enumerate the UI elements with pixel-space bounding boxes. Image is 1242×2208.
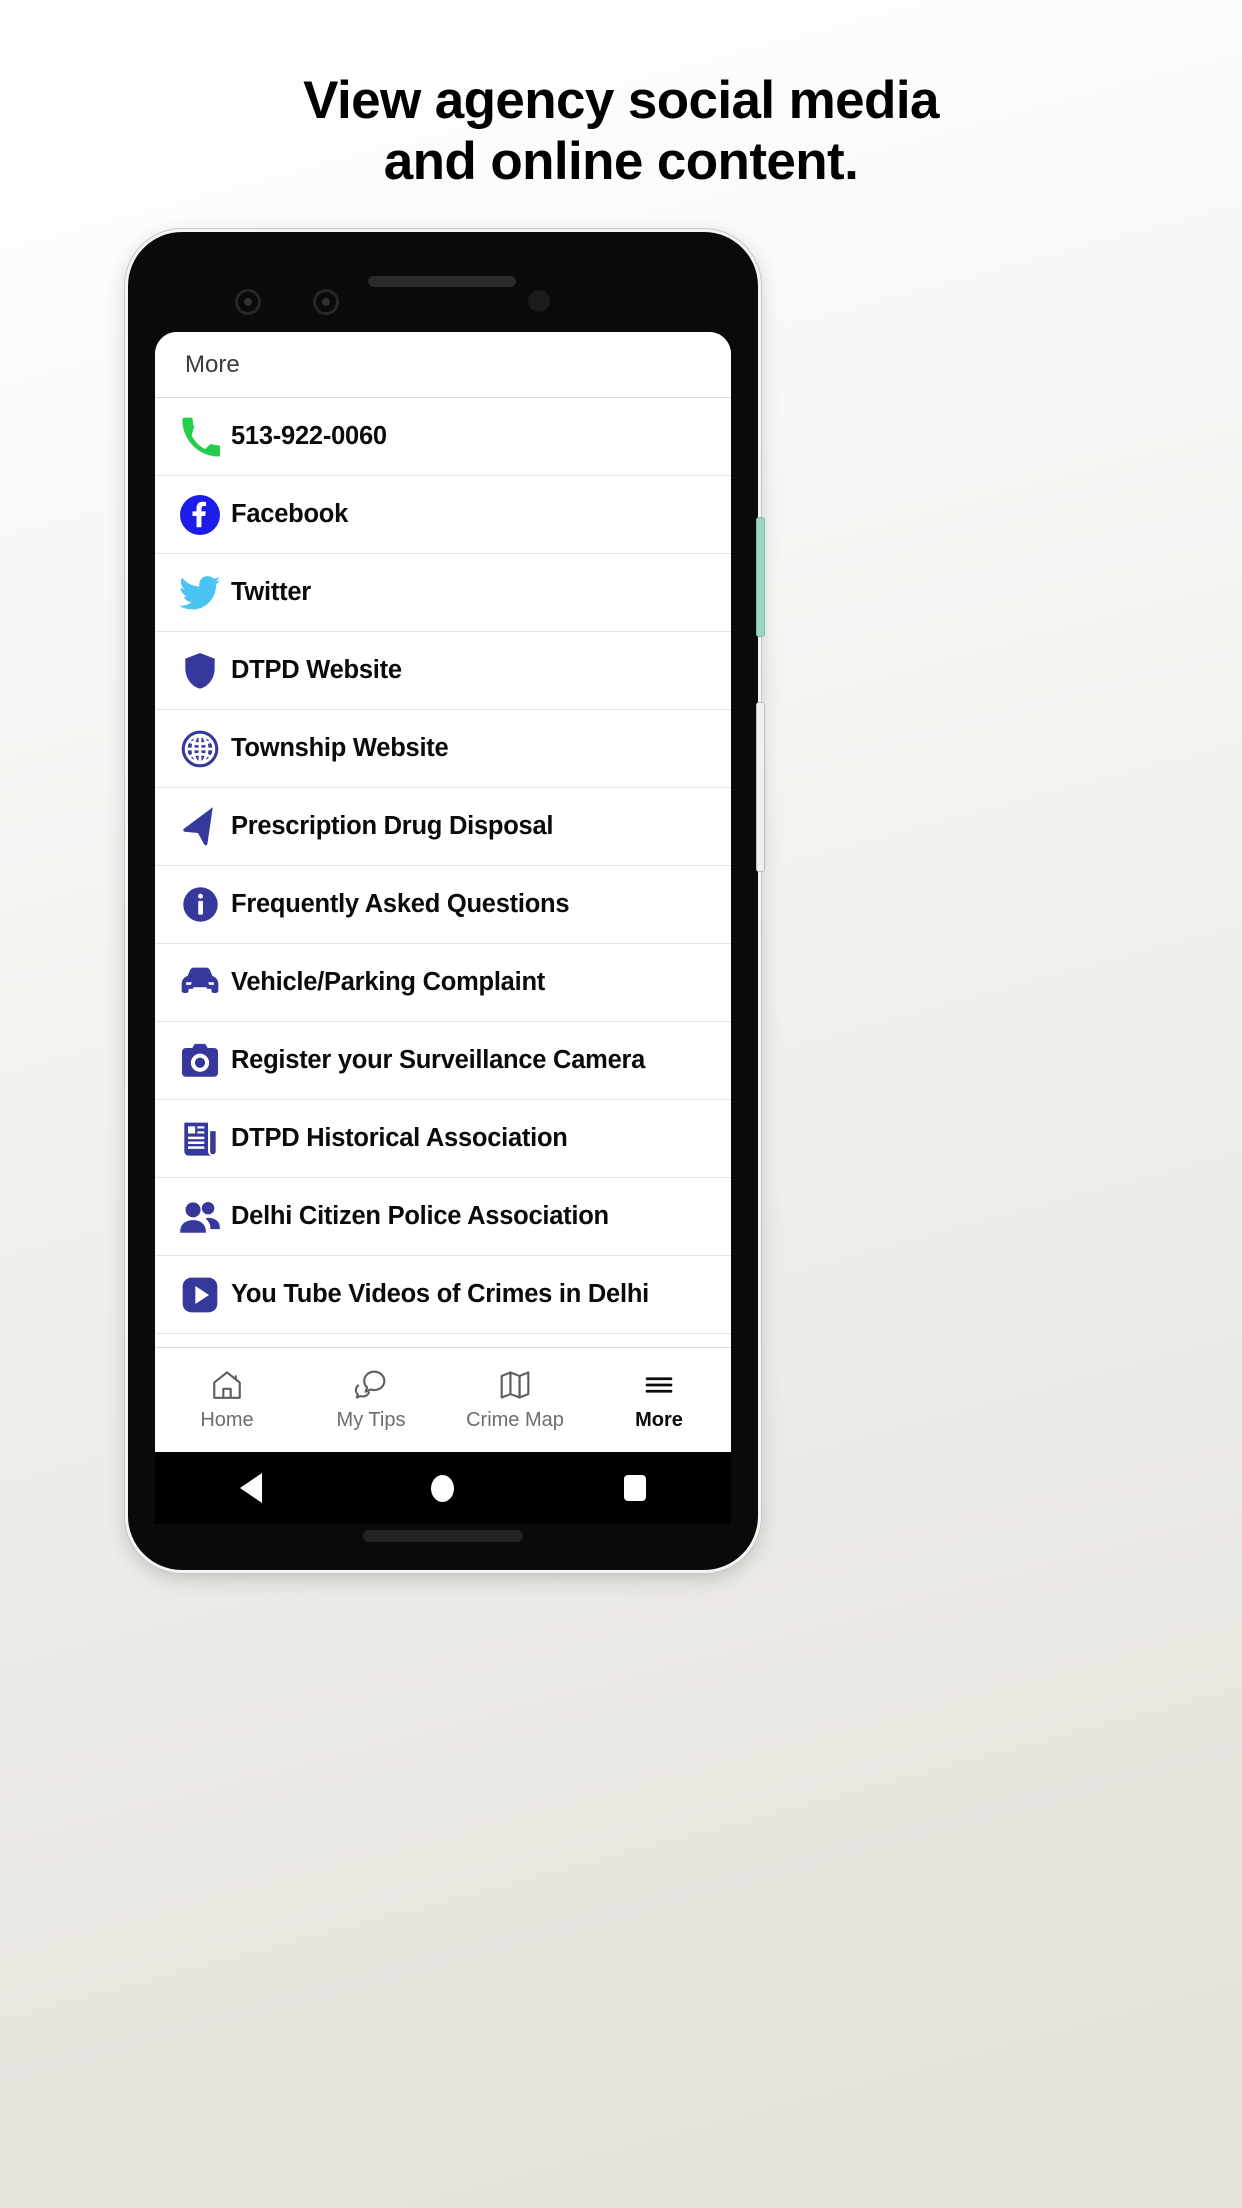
shield-icon: [169, 651, 231, 691]
recents-square-icon[interactable]: [624, 1475, 647, 1501]
app-bar: More: [155, 332, 731, 398]
play-button-icon: [169, 1275, 231, 1315]
volume-rocker-button[interactable]: [756, 702, 765, 872]
headline-line-2: and online content.: [383, 132, 859, 192]
tab-more[interactable]: More: [587, 1368, 731, 1432]
globe-icon: [169, 729, 231, 769]
page-title: View agency social media and online cont…: [0, 70, 1242, 193]
tab-home[interactable]: Home: [155, 1368, 299, 1432]
menu-item-youtube-videos[interactable]: You Tube Videos of Crimes in Delhi: [155, 1256, 731, 1334]
newspaper-icon: [169, 1119, 231, 1159]
phone-icon: [169, 417, 231, 457]
earpiece-speaker-icon: [368, 276, 516, 287]
house-icon: [210, 1368, 244, 1402]
menu-item-label: DTPD Historical Association: [231, 1124, 568, 1152]
menu-item-label: Register your Surveillance Camera: [231, 1046, 646, 1074]
menu-item-label: Prescription Drug Disposal: [231, 812, 554, 840]
menu-item-facebook[interactable]: Facebook: [155, 476, 731, 554]
promo-screenshot: View agency social media and online cont…: [0, 0, 1242, 2208]
front-camera-secondary-icon: [313, 289, 339, 315]
tab-my-tips[interactable]: My Tips: [299, 1368, 443, 1432]
car-icon: [169, 961, 231, 1005]
menu-item-prescription-drug-disposal[interactable]: Prescription Drug Disposal: [155, 788, 731, 866]
camera-icon: [169, 1040, 231, 1082]
menu-item-label: Vehicle/Parking Complaint: [231, 968, 546, 996]
people-icon: [169, 1195, 231, 1239]
menu-item-dtpd-historical-association[interactable]: DTPD Historical Association: [155, 1100, 731, 1178]
menu-item-label: 513-922-0060: [231, 422, 387, 450]
tab-label: My Tips: [336, 1409, 406, 1431]
chat-bubbles-icon: [354, 1368, 388, 1402]
menu-item-label: Facebook: [231, 500, 349, 528]
android-navigation-bar[interactable]: [155, 1452, 731, 1524]
tab-label: Crime Map: [466, 1409, 564, 1431]
proximity-sensor-icon: [528, 290, 550, 312]
tab-label: More: [635, 1409, 683, 1431]
menu-item-phone[interactable]: 513-922-0060: [155, 398, 731, 476]
menu-item-vehicle-parking-complaint[interactable]: Vehicle/Parking Complaint: [155, 944, 731, 1022]
menu-item-register-surveillance-camera[interactable]: Register your Surveillance Camera: [155, 1022, 731, 1100]
menu-item-faq[interactable]: Frequently Asked Questions: [155, 866, 731, 944]
navigation-arrow-icon: [169, 806, 231, 848]
app-screen: More 513-922-0060 Facebook Twitter DTPD …: [155, 332, 731, 1452]
back-triangle-icon[interactable]: [239, 1473, 262, 1503]
facebook-icon: [169, 494, 231, 535]
menu-item-twitter[interactable]: Twitter: [155, 554, 731, 632]
power-button[interactable]: [756, 517, 765, 637]
twitter-icon: [169, 572, 231, 614]
app-bar-title: More: [185, 350, 240, 378]
phone-device-frame: More 513-922-0060 Facebook Twitter DTPD …: [128, 232, 765, 1570]
front-camera-icon: [235, 289, 261, 315]
menu-item-dtpd-website[interactable]: DTPD Website: [155, 632, 731, 710]
headline-line-1: View agency social media: [303, 71, 939, 130]
info-circle-icon: [169, 885, 231, 924]
menu-item-label: DTPD Website: [231, 656, 402, 684]
hamburger-icon: [642, 1368, 676, 1402]
map-icon: [498, 1368, 532, 1402]
menu-item-delhi-citizen-police-association[interactable]: Delhi Citizen Police Association: [155, 1178, 731, 1256]
bottom-tab-bar[interactable]: Home My Tips Crime Map More: [155, 1347, 731, 1452]
bottom-speaker-icon: [363, 1530, 523, 1542]
more-menu-list[interactable]: 513-922-0060 Facebook Twitter DTPD Websi…: [155, 398, 731, 1347]
menu-item-label: Township Website: [231, 734, 449, 762]
menu-item-label: Frequently Asked Questions: [231, 890, 570, 918]
menu-item-label: You Tube Videos of Crimes in Delhi: [231, 1280, 649, 1308]
menu-item-label: Twitter: [231, 578, 311, 606]
tab-label: Home: [200, 1409, 254, 1431]
menu-item-township-website[interactable]: Township Website: [155, 710, 731, 788]
home-circle-icon[interactable]: [431, 1474, 455, 1502]
tab-crime-map[interactable]: Crime Map: [443, 1368, 587, 1432]
menu-item-label: Delhi Citizen Police Association: [231, 1202, 609, 1230]
